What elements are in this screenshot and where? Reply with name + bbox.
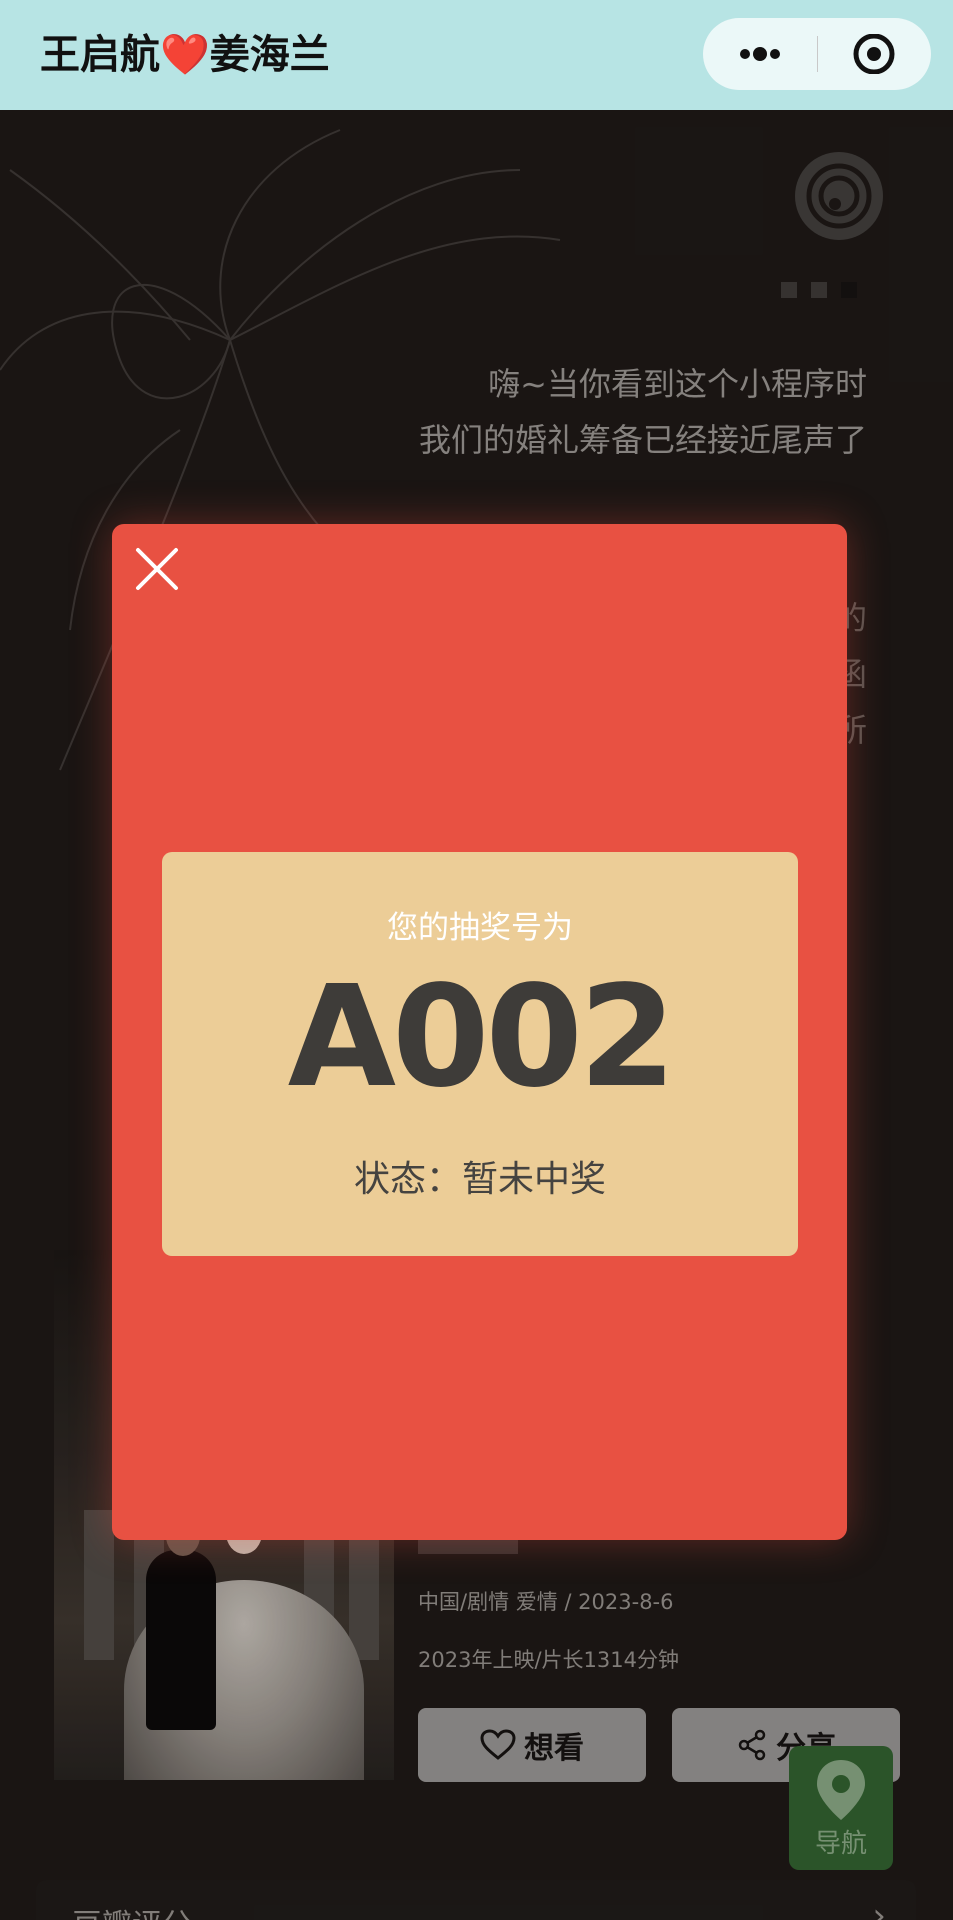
capsule-divider bbox=[817, 36, 818, 72]
ticket-number: A002 bbox=[287, 956, 677, 1119]
lottery-modal: 您的抽奖号为 A002 状态：暂未中奖 bbox=[112, 524, 847, 1540]
ticket-label: 您的抽奖号为 bbox=[387, 910, 573, 946]
app-title: 王启航❤️姜海兰 bbox=[40, 32, 330, 78]
close-icon[interactable] bbox=[132, 544, 182, 594]
ticket-status: 状态：暂未中奖 bbox=[353, 1159, 606, 1200]
more-dots-icon[interactable] bbox=[725, 34, 795, 74]
target-close-icon[interactable] bbox=[839, 33, 909, 75]
top-bar: 王启航❤️姜海兰 bbox=[0, 0, 953, 110]
lottery-ticket: 您的抽奖号为 A002 状态：暂未中奖 bbox=[162, 852, 798, 1256]
menu-capsule bbox=[703, 18, 931, 90]
